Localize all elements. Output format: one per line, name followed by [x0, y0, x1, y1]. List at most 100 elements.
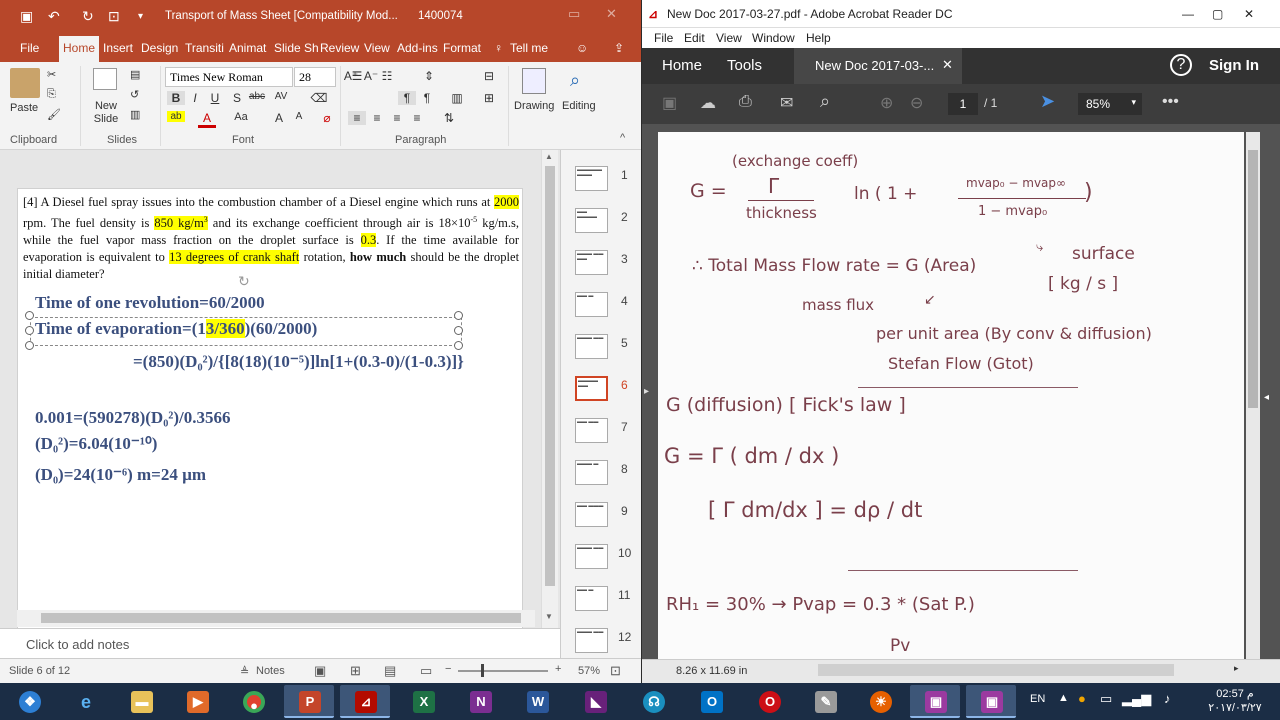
search-icon[interactable]: ⌕ — [820, 91, 830, 112]
fit-slide-icon[interactable]: ⊡ — [610, 663, 621, 679]
close-icon[interactable]: ✕ — [1244, 7, 1254, 21]
thumbnail-slide[interactable]: ▬▬▬ ▬▬ 5 — [561, 334, 642, 374]
thumbnail-slide[interactable]: ▬▬ ▬▬▬▬ 2 — [561, 208, 642, 248]
zoom-slider[interactable] — [458, 670, 548, 672]
taskbar-opera[interactable]: O — [744, 685, 794, 718]
taskbar-recorder[interactable]: ▣ — [910, 685, 960, 718]
close-tab-icon[interactable]: ✕ — [942, 57, 953, 73]
close-icon[interactable]: ✕ — [606, 6, 617, 22]
line-spacing-icon[interactable]: ⇕ — [420, 69, 438, 83]
thumbnail-slide-selected[interactable]: ▬▬▬▬ ▬▬ 6 — [561, 376, 642, 416]
resize-handle[interactable] — [25, 311, 34, 320]
copy-icon[interactable]: ⎘ — [47, 88, 56, 101]
bullets-icon[interactable]: ☰ — [348, 69, 366, 83]
paste-button[interactable]: Paste — [10, 102, 38, 114]
menu-edit[interactable]: Edit — [684, 31, 705, 45]
new-slide-icon[interactable] — [93, 68, 117, 90]
next-page-icon[interactable]: ⊖ — [910, 93, 923, 113]
select-tool-icon[interactable]: ➤ — [1040, 91, 1055, 112]
account-icon[interactable]: ☺ — [576, 41, 588, 55]
taskbar-excel[interactable]: X — [398, 685, 448, 718]
volume-icon[interactable]: ♪ — [1164, 691, 1171, 706]
thumbnail-slide[interactable]: ▬▬ ▬ 11 — [561, 586, 642, 626]
taskbar-tool[interactable]: ✎ — [800, 685, 850, 718]
slide-sorter-icon[interactable]: ⊞ — [350, 663, 361, 679]
reading-view-icon[interactable]: ▤ — [384, 663, 396, 679]
thumbnail-slide[interactable]: ▬▬ ▬▬▬ 9 — [561, 502, 642, 542]
more-tools-icon[interactable]: ••• — [1162, 93, 1179, 111]
battery-icon[interactable]: ▭ — [1100, 691, 1112, 707]
tab-transitions[interactable]: Transiti — [185, 41, 224, 55]
numbering-icon[interactable]: ☷ — [378, 69, 396, 83]
scroll-right-icon[interactable]: ▸ — [1234, 663, 1239, 674]
zoom-level[interactable]: 57% — [578, 665, 600, 677]
zoom-select[interactable]: 85% ▾ — [1078, 93, 1142, 115]
shadow-button[interactable]: S — [228, 91, 246, 105]
rotate-handle-icon[interactable]: ↻ — [238, 273, 250, 290]
notes-placeholder[interactable]: Click to add notes — [26, 637, 129, 652]
pdf-page[interactable]: (exchange coeff) G = Γ thickness ln ( 1 … — [658, 132, 1244, 659]
share-icon[interactable]: ⇪ — [614, 41, 624, 55]
taskbar-chrome[interactable]: ● — [228, 685, 278, 718]
question-text[interactable]: [4] A Diesel fuel spray issues into the … — [23, 194, 519, 283]
taskbar-ie[interactable]: e — [60, 685, 110, 718]
taskbar-visualstudio[interactable]: ◣ — [570, 685, 620, 718]
notes-pane[interactable]: Click to add notes — [0, 628, 560, 658]
resize-handle[interactable] — [454, 311, 463, 320]
maximize-icon[interactable]: ▢ — [1212, 7, 1223, 21]
eq-step-1[interactable]: 0.001=(590278)(D₀²)/0.3566 — [35, 408, 231, 428]
tray-app-icon[interactable]: ● — [1078, 691, 1086, 706]
email-icon[interactable]: ✉ — [780, 93, 793, 113]
tab-animations[interactable]: Animat — [229, 41, 266, 55]
tab-tools[interactable]: Tools — [727, 57, 762, 74]
thumbnail-slide[interactable]: ▬▬▬▬▬ ▬▬▬ 1 — [561, 166, 642, 206]
italic-button[interactable]: I — [186, 91, 204, 105]
underline-button[interactable]: U — [206, 91, 224, 105]
tab-file[interactable]: File — [20, 41, 39, 55]
taskbar-acrobat[interactable]: ⊿ — [340, 685, 390, 718]
tab-document[interactable]: New Doc 2017-03-... ✕ — [794, 48, 962, 84]
taskbar-word[interactable]: W — [512, 685, 562, 718]
section-icon[interactable]: ▥ — [130, 108, 140, 121]
collapse-ribbon-icon[interactable]: ^ — [620, 132, 625, 144]
menu-window[interactable]: Window — [752, 31, 795, 45]
scroll-thumb[interactable] — [545, 166, 555, 586]
zoom-out-icon[interactable]: − — [445, 663, 451, 675]
language-indicator[interactable]: EN — [1030, 693, 1045, 705]
tab-slide-show[interactable]: Slide Sh — [274, 41, 319, 55]
taskbar-firefox[interactable]: ☀ — [855, 685, 905, 718]
tab-view[interactable]: View — [364, 41, 390, 55]
page-number-input[interactable]: 1 — [948, 93, 978, 115]
bold-button[interactable]: B — [167, 91, 185, 105]
pdf-vertical-scrollbar[interactable] — [1246, 132, 1260, 659]
find-icon[interactable]: ⌕ — [570, 70, 580, 91]
thumbnail-slide[interactable]: ▬▬▬ ▬▬ 10 — [561, 544, 642, 584]
smartart-icon[interactable]: ⊞ — [480, 91, 498, 105]
tab-format[interactable]: Format — [443, 41, 481, 55]
print-icon[interactable]: ⎙ — [739, 93, 752, 111]
right-panel-toggle-icon[interactable]: ◂ — [1264, 392, 1269, 403]
decrease-size-icon[interactable]: A — [290, 111, 308, 122]
resize-handle[interactable] — [454, 326, 463, 335]
format-painter-icon[interactable]: 🖌 — [47, 108, 61, 121]
thumbnail-slide[interactable]: ▬▬▬ ▬▬ ▬▬ 3 — [561, 250, 642, 290]
align-text-icon[interactable]: ⊟ — [480, 69, 498, 83]
thumbnail-slide[interactable]: ▬▬▬ ▬ 8 — [561, 460, 642, 500]
help-icon[interactable]: ? — [1170, 54, 1192, 76]
minimize-icon[interactable]: — — [1182, 7, 1194, 21]
minimize-icon[interactable]: ▭ — [568, 6, 580, 22]
upload-icon[interactable]: ☁ — [700, 93, 716, 113]
left-panel-toggle-icon[interactable]: ▸ — [644, 386, 649, 397]
present-icon[interactable]: ⊡ — [108, 8, 120, 25]
save-icon[interactable]: ▣ — [20, 8, 33, 25]
text-direction-icon[interactable]: ⇅ — [440, 111, 458, 125]
font-color-icon[interactable]: A — [198, 111, 216, 128]
tab-home[interactable]: Home — [59, 36, 100, 62]
thumbnail-slide[interactable]: ▬▬ ▬▬ 7 — [561, 418, 642, 458]
layout-icon[interactable]: ▤ — [130, 68, 140, 81]
zoom-in-icon[interactable]: + — [555, 663, 561, 675]
pdf-horizontal-scroll-thumb[interactable] — [818, 664, 1174, 676]
paste-icon[interactable] — [10, 68, 40, 98]
font-size-select[interactable]: 28 — [294, 67, 336, 87]
drawing-button[interactable]: Drawing — [514, 100, 554, 112]
